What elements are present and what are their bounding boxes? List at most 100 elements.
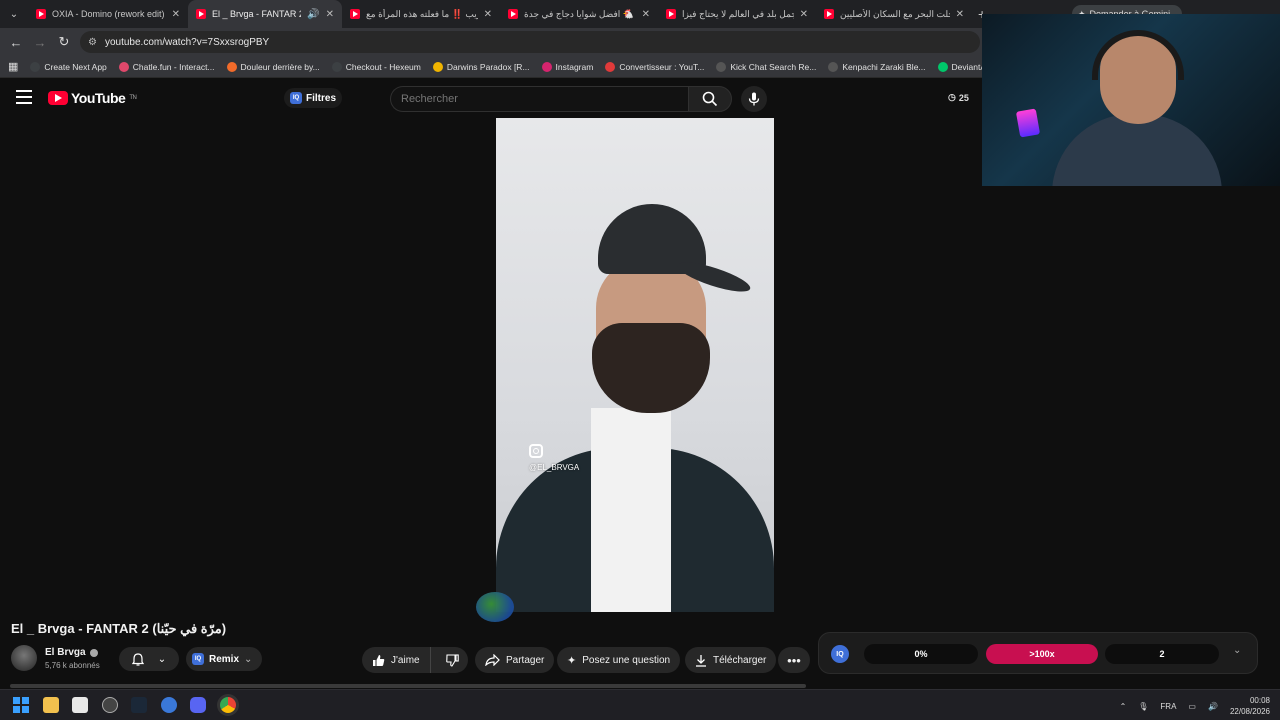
app-gear-icon[interactable] — [161, 697, 177, 713]
microsoft-store-icon[interactable] — [72, 697, 88, 713]
iq-stat-multiplier[interactable]: >100x — [986, 644, 1098, 664]
speaker-icon[interactable]: 🔊 — [307, 9, 319, 20]
close-tab-icon[interactable]: ✕ — [484, 9, 492, 20]
site-info-icon[interactable]: ⚙ — [88, 37, 97, 48]
iq-stat-count[interactable]: 2 — [1105, 644, 1219, 664]
discord-icon[interactable] — [190, 697, 206, 713]
subscriber-count: 5,76 k abonnés — [45, 661, 100, 670]
browser-tab[interactable]: OXIA - Domino (rework edit) [C ✕ — [28, 0, 188, 28]
close-tab-icon[interactable]: ✕ — [956, 9, 964, 20]
bookmark-item[interactable]: Kenpachi Zaraki Ble... — [822, 61, 931, 72]
instagram-icon — [529, 444, 543, 458]
browser-tab[interactable]: دخلت البحر مع السكان الأصليين ✕ — [816, 0, 972, 28]
voice-search-button[interactable] — [741, 86, 767, 112]
webcam-person-body — [1052, 114, 1222, 186]
tab-search-dropdown[interactable]: ⌄ — [0, 0, 28, 28]
system-clock[interactable]: 00:08 22/08/2026 — [1230, 695, 1270, 717]
apps-grid-icon[interactable]: ▦ — [0, 60, 24, 73]
bookmark-favicon-icon — [432, 61, 443, 72]
bell-icon — [131, 652, 144, 666]
dislike-button[interactable] — [437, 647, 468, 673]
horizontal-scrollbar[interactable] — [10, 684, 806, 688]
filters-button[interactable]: IQ Filtres — [284, 88, 343, 108]
webcam-neon-light — [1015, 108, 1041, 138]
youtube-header: YouTube TN IQ Filtres ◷ 25 — [0, 78, 990, 118]
back-arrow-icon[interactable]: ← — [4, 35, 28, 50]
bookmark-favicon-icon — [937, 61, 948, 72]
remix-button[interactable]: IQ Remix ⌄ — [186, 647, 263, 671]
microphone-icon — [748, 92, 760, 106]
steam-icon[interactable] — [131, 697, 147, 713]
channel-name[interactable]: El Brvga — [45, 647, 98, 658]
iq-badge: IQ — [290, 92, 302, 104]
app-circle-icon[interactable] — [102, 697, 118, 713]
language-indicator[interactable]: FRA — [1160, 702, 1176, 711]
bookmark-favicon-icon — [226, 61, 237, 72]
iq-stat-percent[interactable]: 0% — [864, 644, 978, 664]
file-explorer-icon[interactable] — [43, 697, 59, 713]
search-button[interactable] — [688, 86, 732, 112]
notification-bell-button[interactable]: ⌄ — [119, 647, 179, 671]
reload-icon[interactable]: ↻ — [52, 34, 76, 50]
share-button[interactable]: Partager — [475, 647, 555, 673]
bookmark-item[interactable]: Instagram — [536, 61, 600, 72]
chevron-up-icon[interactable]: ⌃ — [1120, 702, 1127, 711]
bookmark-item[interactable]: Convertisseur : YouT... — [599, 61, 710, 72]
url-text[interactable]: youtube.com/watch?v=7SxxsrogPBY — [105, 37, 269, 48]
browser-tab[interactable]: افضل شوايا دجاج في جدة 🐔 - ✕ — [500, 0, 658, 28]
bookmark-item[interactable]: Chatle.fun - Interact... — [113, 61, 221, 72]
close-tab-icon[interactable]: ✕ — [326, 9, 334, 20]
bookmark-favicon-icon — [605, 61, 616, 72]
search-icon — [702, 91, 718, 107]
youtube-play-icon — [48, 91, 68, 105]
close-tab-icon[interactable]: ✕ — [172, 9, 180, 20]
video-player[interactable]: @EL_BRVGA — [496, 118, 774, 612]
ask-question-button[interactable]: ✦ Posez une question — [557, 647, 681, 673]
timer-badge[interactable]: ◷ 25 — [948, 92, 969, 103]
video-frame-shirt — [591, 408, 671, 612]
bookmark-favicon-icon — [716, 61, 727, 72]
chevron-down-icon[interactable]: ⌄ — [1233, 645, 1241, 656]
network-icon[interactable]: ▭ — [1188, 702, 1196, 711]
video-title: El _ Brvga - FANTAR 2 (مرّة في حيّنا) — [11, 621, 227, 636]
more-actions-button[interactable]: ••• — [778, 647, 810, 673]
search-input[interactable] — [390, 86, 688, 112]
youtube-logo[interactable]: YouTube TN — [48, 90, 137, 106]
download-icon — [696, 654, 706, 667]
bookmark-item[interactable]: Douleur derrière by... — [221, 61, 326, 72]
windows-start-icon[interactable] — [13, 697, 29, 713]
bookmark-item[interactable]: Kick Chat Search Re... — [710, 61, 822, 72]
sparkle-icon: ✦ — [567, 654, 577, 667]
download-button[interactable]: Télécharger — [685, 647, 777, 673]
iq-logo-icon[interactable]: IQ — [831, 645, 849, 663]
hamburger-menu-icon[interactable] — [16, 90, 32, 104]
sticker-overlay-icon — [476, 592, 514, 622]
ellipsis-icon: ••• — [787, 652, 801, 668]
volume-icon[interactable]: 🔊 — [1208, 702, 1218, 711]
bookmark-item[interactable]: Checkout - Hexeum — [326, 61, 427, 72]
channel-avatar[interactable] — [11, 645, 37, 671]
webcam-overlay — [982, 14, 1280, 186]
bookmark-item[interactable]: Create Next App — [24, 61, 112, 72]
verified-icon — [89, 648, 98, 657]
bookmarks-bar: ▦ Create Next App Chatle.fun - Interact.… — [0, 56, 1035, 78]
headphones-icon — [1092, 30, 1184, 80]
browser-tab[interactable]: غريب ‼️ ما فعلته هذه المرأة مع ✕ — [342, 0, 500, 28]
forward-arrow-icon[interactable]: → — [28, 35, 52, 50]
like-button[interactable]: J'aime — [362, 647, 431, 673]
chrome-icon[interactable] — [220, 697, 236, 713]
close-tab-icon[interactable]: ✕ — [800, 9, 808, 20]
iq-badge: IQ — [192, 653, 204, 665]
browser-tab[interactable]: أجمل بلد في العالم لا يحتاج فيزا ✕ — [658, 0, 816, 28]
browser-tab-active[interactable]: El _ Brvga - FANTAR 2 (مرّة في 🔊 ✕ — [188, 0, 342, 28]
youtube-favicon-icon — [350, 9, 360, 19]
chevron-down-icon: ⌄ — [244, 653, 253, 665]
microphone-icon[interactable]: 🎙 — [1138, 702, 1148, 711]
chevron-down-icon: ⌄ — [157, 653, 167, 665]
omnibox[interactable]: ⚙ youtube.com/watch?v=7SxxsrogPBY — [80, 31, 980, 53]
instagram-watermark: @EL_BRVGA — [529, 444, 579, 472]
close-tab-icon[interactable]: ✕ — [642, 9, 650, 20]
bookmark-item[interactable]: Darwins Paradox [R... — [427, 61, 536, 72]
clock-icon: ◷ — [948, 92, 956, 102]
thumbs-down-icon — [445, 653, 459, 667]
